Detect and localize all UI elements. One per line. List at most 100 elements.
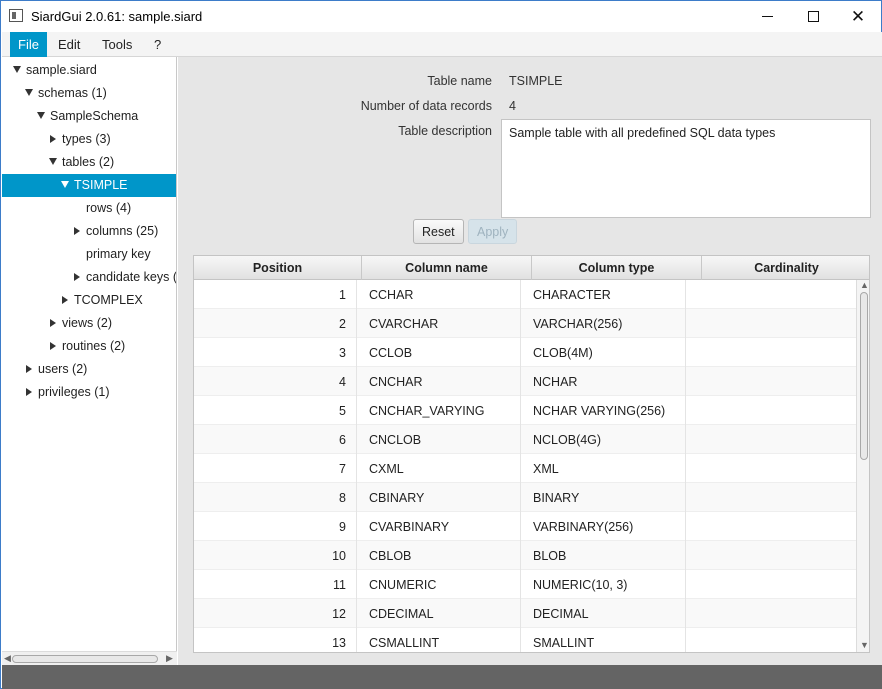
menu-file[interactable]: File xyxy=(10,32,47,57)
collapsed-arrow-icon[interactable] xyxy=(50,342,56,350)
table-row[interactable]: 3 CCLOB CLOB(4M) xyxy=(194,338,856,367)
tree-horizontal-scrollbar[interactable]: ◀ ▶ xyxy=(2,651,177,665)
scrollbar-thumb[interactable] xyxy=(12,655,158,663)
header-column-name[interactable]: Column name xyxy=(362,256,532,280)
expanded-arrow-icon[interactable] xyxy=(61,181,69,188)
cell-cardinality xyxy=(686,570,856,599)
cell-position: 9 xyxy=(194,512,357,541)
expanded-arrow-icon[interactable] xyxy=(37,112,45,119)
tree-node-schemas[interactable]: schemas (1) xyxy=(2,82,176,105)
table-row[interactable]: 12 CDECIMAL DECIMAL xyxy=(194,599,856,628)
cell-column-name: CCHAR xyxy=(357,280,521,309)
maximize-button[interactable] xyxy=(790,1,836,31)
tree-node-label: candidate keys (1 xyxy=(86,270,177,284)
table-row[interactable]: 11 CNUMERIC NUMERIC(10, 3) xyxy=(194,570,856,599)
tree-node-label: TCOMPLEX xyxy=(74,293,143,307)
cell-cardinality xyxy=(686,512,856,541)
tree-node-archive[interactable]: sample.siard xyxy=(2,59,176,82)
description-textarea[interactable]: Sample table with all predefined SQL dat… xyxy=(501,119,871,218)
table-header: Position Column name Column type Cardina… xyxy=(194,256,869,280)
tree-node-users[interactable]: users (2) xyxy=(2,358,176,381)
close-icon: ✕ xyxy=(850,6,866,26)
tree-node-primary-key[interactable]: primary key xyxy=(2,243,176,266)
tree-node-label: primary key xyxy=(86,247,151,261)
tree-node-privileges[interactable]: privileges (1) xyxy=(2,381,176,404)
tree-node-rows[interactable]: rows (4) xyxy=(2,197,176,220)
collapsed-arrow-icon[interactable] xyxy=(74,273,80,281)
tree-node-views[interactable]: views (2) xyxy=(2,312,176,335)
collapsed-arrow-icon[interactable] xyxy=(26,388,32,396)
header-position[interactable]: Position xyxy=(194,256,362,280)
tree-node-tcomplex[interactable]: TCOMPLEX xyxy=(2,289,176,312)
cell-column-name: CVARCHAR xyxy=(357,309,521,338)
tree-node-label: routines (2) xyxy=(62,339,126,353)
apply-button[interactable]: Apply xyxy=(468,219,518,244)
table-row[interactable]: 1 CCHAR CHARACTER xyxy=(194,280,856,309)
scroll-right-icon[interactable]: ▶ xyxy=(166,653,173,664)
close-button[interactable]: ✕ xyxy=(835,1,881,31)
tree-node-tsimple[interactable]: TSIMPLE xyxy=(2,174,176,197)
collapsed-arrow-icon[interactable] xyxy=(26,365,32,373)
collapsed-arrow-icon[interactable] xyxy=(50,319,56,327)
tree-node-label: privileges (1) xyxy=(38,385,110,399)
tree-node-types[interactable]: types (3) xyxy=(2,128,176,151)
table-row[interactable]: 5 CNCHAR_VARYING NCHAR VARYING(256) xyxy=(194,396,856,425)
scroll-up-icon[interactable]: ▲ xyxy=(860,280,869,290)
tree-node-sampleschema[interactable]: SampleSchema xyxy=(2,105,176,128)
cell-column-name: CNCLOB xyxy=(357,425,521,454)
table-row[interactable]: 4 CNCHAR NCHAR xyxy=(194,367,856,396)
cell-column-type: VARBINARY(256) xyxy=(521,512,686,541)
menu-edit[interactable]: Edit xyxy=(50,32,88,57)
app-window: SiardGui 2.0.61: sample.siard ✕ File Edi… xyxy=(0,0,882,689)
table-vertical-scrollbar[interactable]: ▲ ▼ xyxy=(856,280,869,652)
cell-column-type: NCLOB(4G) xyxy=(521,425,686,454)
collapsed-arrow-icon[interactable] xyxy=(62,296,68,304)
minimize-icon xyxy=(761,15,773,17)
table-row[interactable]: 2 CVARCHAR VARCHAR(256) xyxy=(194,309,856,338)
cell-column-type: NCHAR xyxy=(521,367,686,396)
table-row[interactable]: 8 CBINARY BINARY xyxy=(194,483,856,512)
expanded-arrow-icon[interactable] xyxy=(25,89,33,96)
tree-node-tables[interactable]: tables (2) xyxy=(2,151,176,174)
minimize-button[interactable] xyxy=(744,1,790,31)
cell-position: 6 xyxy=(194,425,357,454)
tree-node-label: types (3) xyxy=(62,132,111,146)
header-cardinality[interactable]: Cardinality xyxy=(702,256,869,280)
collapsed-arrow-icon[interactable] xyxy=(50,135,56,143)
description-label: Table description xyxy=(398,124,492,138)
table-row[interactable]: 6 CNCLOB NCLOB(4G) xyxy=(194,425,856,454)
expanded-arrow-icon[interactable] xyxy=(13,66,21,73)
tree-node-label: columns (25) xyxy=(86,224,159,238)
tree-node-columns[interactable]: columns (25) xyxy=(2,220,176,243)
cell-position: 3 xyxy=(194,338,357,367)
scrollbar-thumb[interactable] xyxy=(860,292,868,460)
menu-bar: File Edit Tools ? xyxy=(2,32,882,57)
reset-button[interactable]: Reset xyxy=(413,219,464,244)
cell-cardinality xyxy=(686,425,856,454)
cell-position: 13 xyxy=(194,628,357,652)
table-row[interactable]: 13 CSMALLINT SMALLINT xyxy=(194,628,856,652)
cell-cardinality xyxy=(686,541,856,570)
tree-node-label: rows (4) xyxy=(86,201,132,215)
tree-node-candidate-keys[interactable]: candidate keys (1 xyxy=(2,266,177,289)
tree-node-label: users (2) xyxy=(38,362,88,376)
cell-position: 12 xyxy=(194,599,357,628)
cell-cardinality xyxy=(686,309,856,338)
cell-column-name: CXML xyxy=(357,454,521,483)
header-column-type[interactable]: Column type xyxy=(532,256,702,280)
tree-node-routines[interactable]: routines (2) xyxy=(2,335,176,358)
panel-splitter[interactable] xyxy=(178,57,185,665)
expanded-arrow-icon[interactable] xyxy=(49,158,57,165)
table-row[interactable]: 9 CVARBINARY VARBINARY(256) xyxy=(194,512,856,541)
title-bar: SiardGui 2.0.61: sample.siard ✕ xyxy=(1,1,881,31)
menu-tools[interactable]: Tools xyxy=(94,32,140,57)
scroll-left-icon[interactable]: ◀ xyxy=(4,653,11,664)
table-row[interactable]: 7 CXML XML xyxy=(194,454,856,483)
scroll-down-icon[interactable]: ▼ xyxy=(860,640,869,650)
cell-column-type: NCHAR VARYING(256) xyxy=(521,396,686,425)
collapsed-arrow-icon[interactable] xyxy=(74,227,80,235)
table-row[interactable]: 10 CBLOB BLOB xyxy=(194,541,856,570)
cell-column-name: CDECIMAL xyxy=(357,599,521,628)
cell-column-name: CBINARY xyxy=(357,483,521,512)
menu-help[interactable]: ? xyxy=(146,32,169,57)
